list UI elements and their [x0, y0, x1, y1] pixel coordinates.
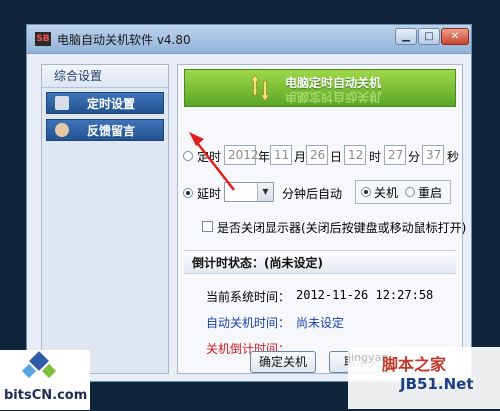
sidebar-item-timer-settings[interactable]: 定时设置: [46, 92, 164, 114]
arrows-icon: [251, 75, 269, 101]
app-icon: SB: [35, 32, 51, 46]
hour-unit: 时: [369, 150, 382, 164]
maximize-button[interactable]: □: [418, 28, 440, 45]
current-time-label: 当前系统时间：: [206, 290, 291, 304]
auto-off-value: 尚未设定: [296, 316, 345, 330]
shutdown-radio[interactable]: [361, 187, 371, 197]
minute-field[interactable]: 27: [384, 145, 406, 165]
bitscn-logo-icon: [21, 351, 57, 379]
current-time-value: 2012-11-26 12:27:58: [296, 288, 434, 302]
delay-after-text: 分钟后自动: [282, 187, 343, 201]
shutdown-label: 关机: [374, 186, 399, 200]
tools-icon: [55, 96, 69, 110]
close-button[interactable]: ✕: [441, 28, 469, 45]
auto-off-label: 自动关机时间：: [206, 316, 291, 330]
main-panel: 电脑定时自动关机 电脑定时自动关机 定时 2012 年 11 月 26 日 12…: [177, 64, 467, 374]
delay-radio[interactable]: [183, 188, 193, 198]
app-window: SB 电脑自动关机软件 v4.80 ▁ □ ✕ 综合设置 定时设置 反馈留言 电…: [26, 24, 472, 382]
sidebar-item-feedback[interactable]: 反馈留言: [46, 119, 164, 141]
minute-unit: 分: [408, 150, 421, 164]
title-bar[interactable]: SB 电脑自动关机软件 v4.80 ▁ □ ✕: [27, 25, 471, 54]
year-unit: 年: [258, 150, 271, 164]
year-field[interactable]: 2012: [224, 145, 259, 165]
second-unit: 秒: [447, 150, 460, 164]
display-off-checkbox[interactable]: [202, 221, 213, 232]
confirm-shutdown-button[interactable]: 确定关机: [250, 351, 316, 373]
hour-field[interactable]: 12: [344, 145, 366, 165]
watermark-bitscn: bitsCN.com: [0, 350, 90, 410]
minimize-button[interactable]: ▁: [395, 28, 417, 45]
countdown-status-header: 倒计时状态：(尚未设定): [184, 250, 456, 274]
display-off-label: 是否关闭显示器(关闭后按键盘或移动鼠标打开): [217, 221, 467, 235]
second-field[interactable]: 37: [422, 145, 444, 165]
delay-label: 延时: [197, 187, 222, 201]
sidebar-header: 综合设置: [42, 65, 168, 88]
watermark-left-text: bitsCN.com: [4, 388, 88, 403]
shutdown-mode-group: 关机 重启: [355, 180, 451, 204]
month-unit: 月: [294, 150, 307, 164]
watermark-jb51: jingyan 脚本之家 JB51.Net: [348, 347, 500, 409]
timed-label: 定时: [197, 150, 222, 164]
user-icon: [55, 123, 69, 137]
header-banner: 电脑定时自动关机 电脑定时自动关机: [184, 69, 456, 107]
sidebar-item-label: 定时设置: [87, 97, 136, 111]
restart-label: 重启: [418, 186, 443, 200]
day-unit: 日: [330, 150, 343, 164]
delay-minutes-select[interactable]: ▼: [224, 182, 274, 202]
chevron-down-icon[interactable]: ▼: [257, 183, 273, 201]
sidebar: 综合设置 定时设置 反馈留言: [41, 64, 169, 374]
day-field[interactable]: 26: [306, 145, 328, 165]
restart-radio[interactable]: [405, 187, 415, 197]
timed-radio[interactable]: [183, 151, 193, 161]
watermark-title: 脚本之家: [382, 355, 447, 374]
window-title: 电脑自动关机软件 v4.80: [57, 33, 191, 47]
month-field[interactable]: 11: [270, 145, 292, 165]
banner-reflection: 电脑定时自动关机: [285, 90, 382, 104]
sidebar-item-label: 反馈留言: [87, 124, 136, 138]
watermark-subtitle: JB51.Net: [400, 375, 474, 393]
